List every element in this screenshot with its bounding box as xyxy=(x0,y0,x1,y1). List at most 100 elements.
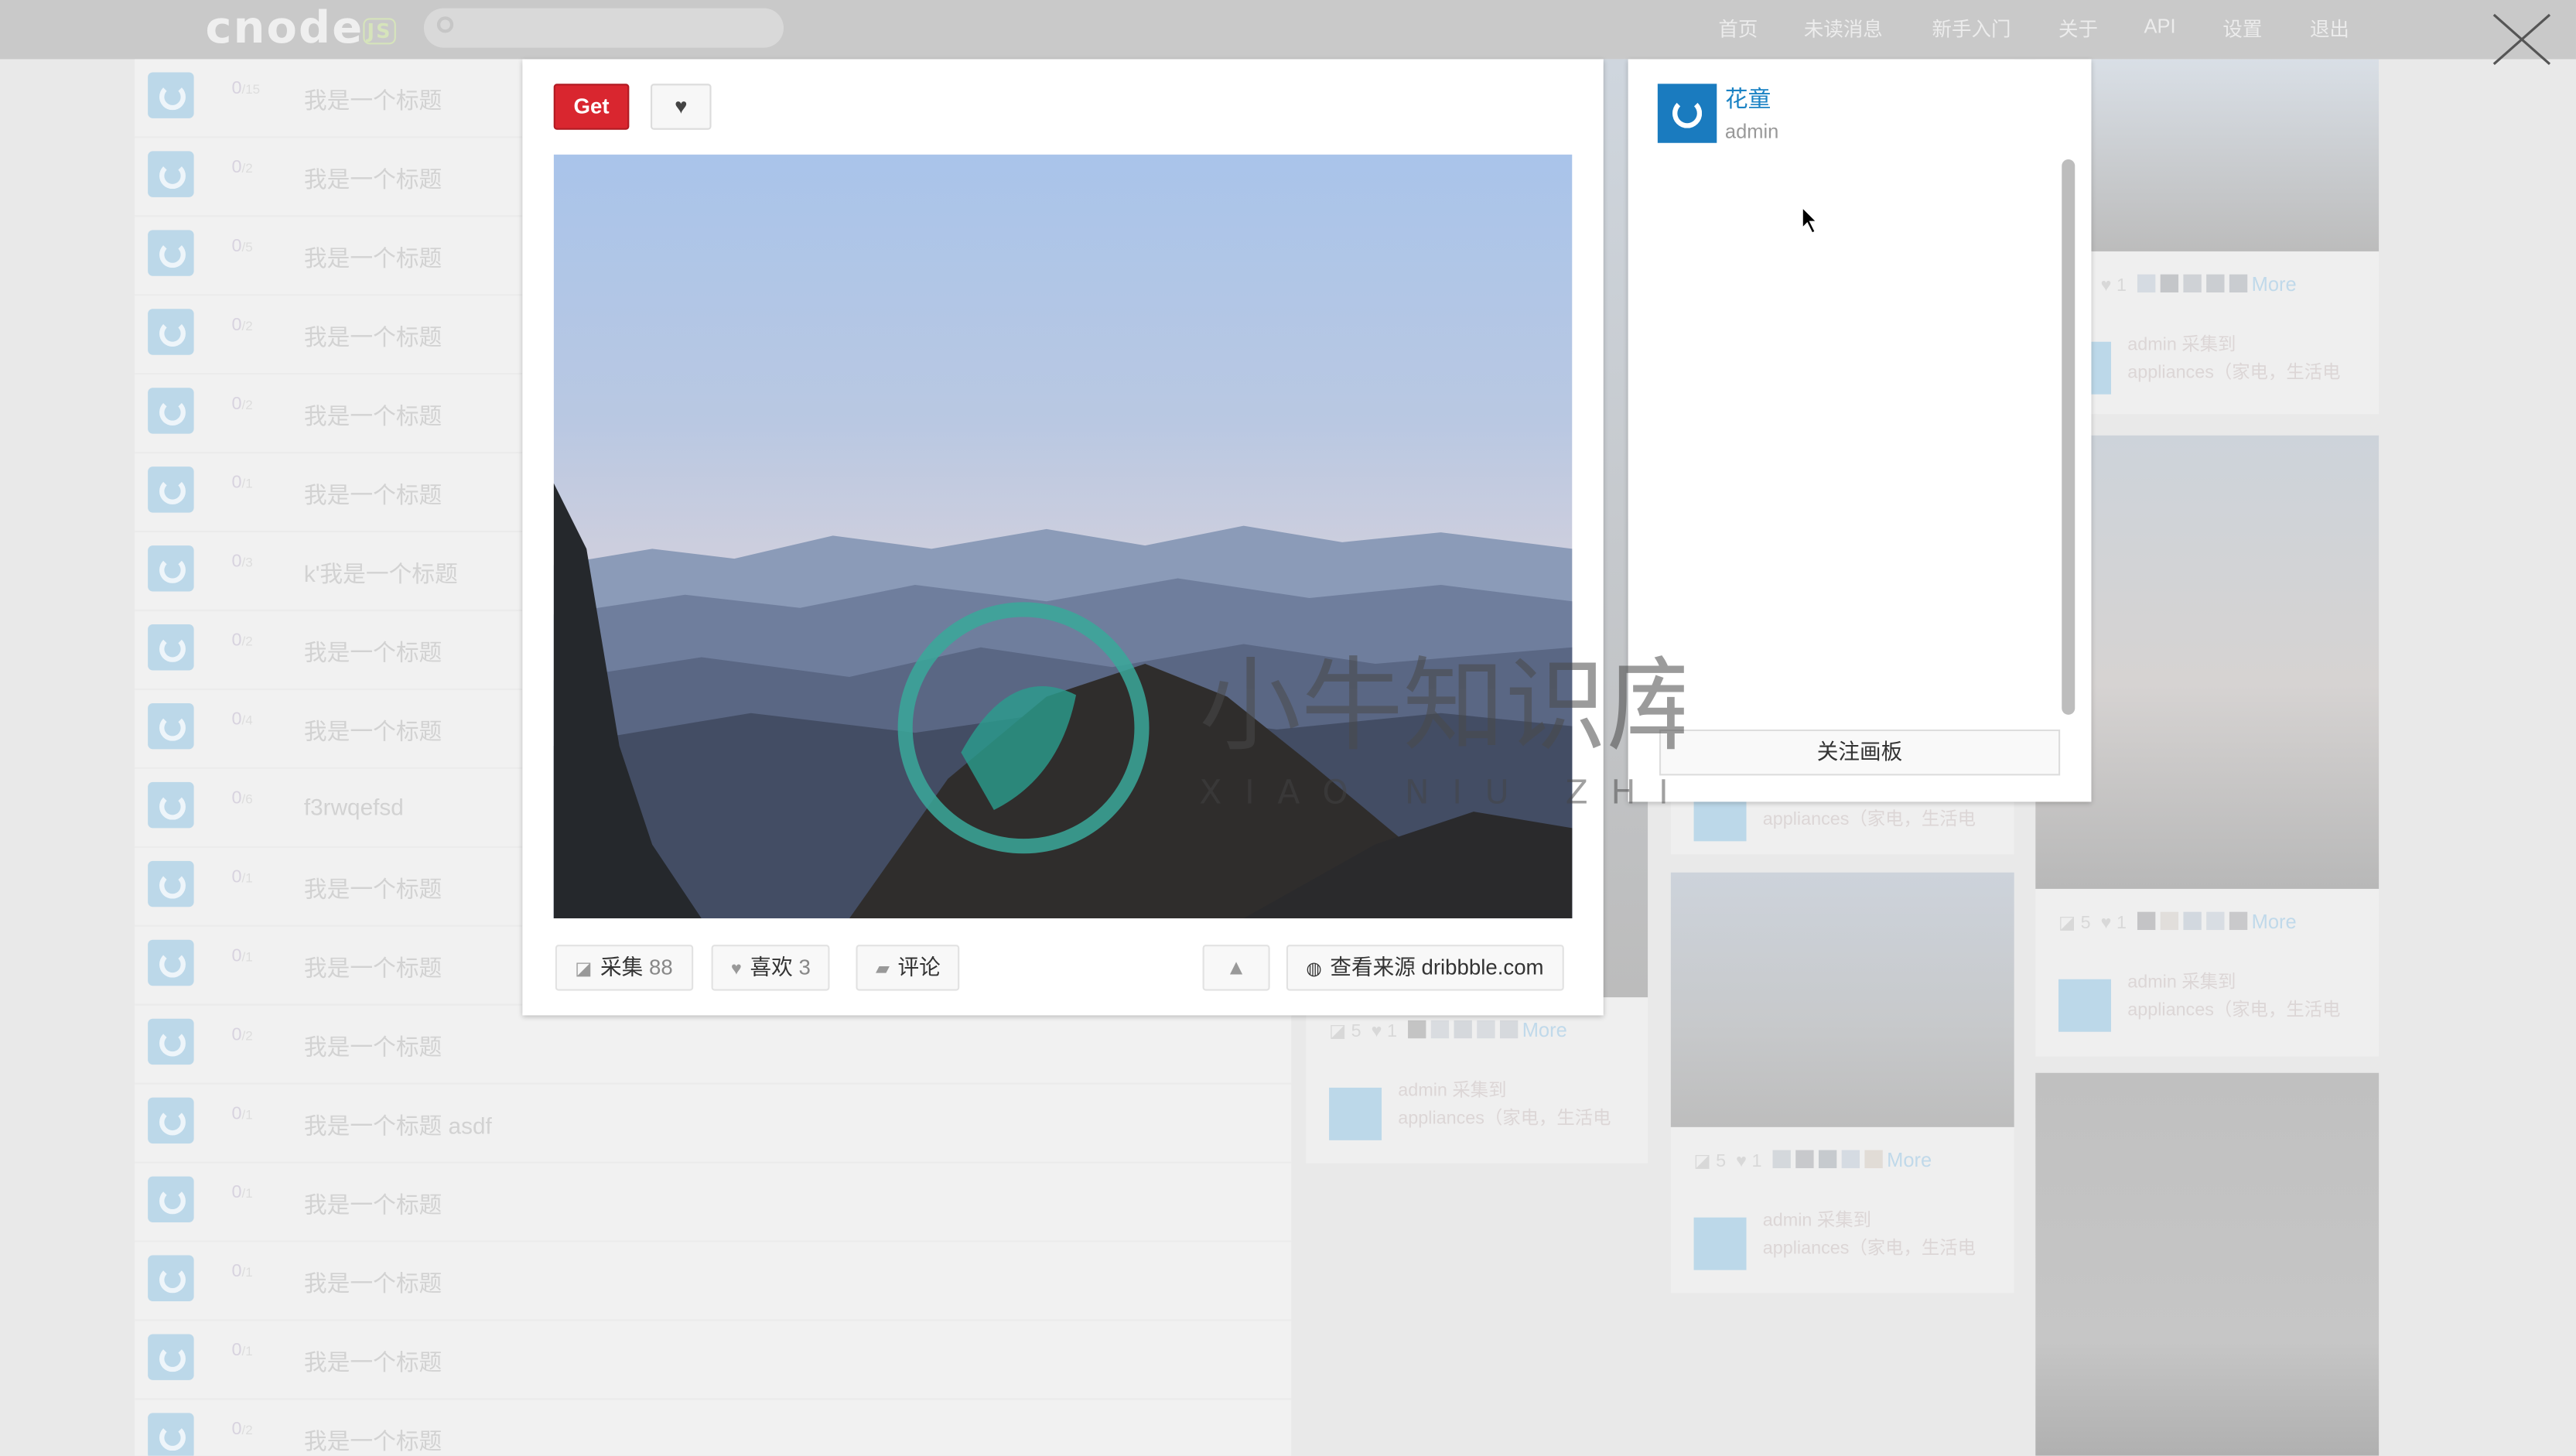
topic-title[interactable]: 我是一个标题 xyxy=(304,399,442,432)
topic-title[interactable]: 我是一个标题 xyxy=(304,952,442,984)
avatar[interactable] xyxy=(148,1176,194,1223)
topic-row[interactable]: 0/1 我是一个标题 xyxy=(135,1321,1292,1400)
avatar[interactable] xyxy=(148,624,194,671)
board-name-link[interactable]: 花童 xyxy=(1725,82,1771,114)
collect-icon: ◪ xyxy=(575,959,593,979)
avatar[interactable] xyxy=(1693,1217,1747,1270)
reply-count: 0/2 xyxy=(231,315,253,336)
nav-settings[interactable]: 设置 xyxy=(2222,15,2262,43)
topic-row[interactable]: 0/1 我是一个标题 xyxy=(135,1164,1292,1242)
topic-row[interactable]: 0/2 我是一个标题 xyxy=(135,1006,1292,1085)
heart-icon: ♥ xyxy=(675,94,688,118)
avatar[interactable] xyxy=(1329,1087,1382,1140)
topic-title[interactable]: k'我是一个标题 xyxy=(304,557,458,590)
avatar[interactable] xyxy=(148,781,194,829)
avatar[interactable] xyxy=(148,467,194,513)
topic-title[interactable]: 我是一个标题 xyxy=(304,1424,442,1455)
pin-photo[interactable] xyxy=(553,154,1573,919)
topic-title[interactable]: 我是一个标题 xyxy=(304,162,442,195)
nav-about[interactable]: 关于 xyxy=(2058,15,2098,43)
avatar[interactable] xyxy=(148,72,194,118)
search-icon xyxy=(436,16,454,33)
board-panel: 花童 admin 关注画板 xyxy=(1628,59,2092,802)
mouse-cursor xyxy=(1801,205,1819,234)
topic-title[interactable]: 我是一个标题 asdf xyxy=(304,1109,492,1142)
topic-title[interactable]: 我是一个标题 xyxy=(304,636,442,668)
board-owner-avatar[interactable] xyxy=(1657,84,1717,143)
comment-icon: ▰ xyxy=(875,959,890,979)
topic-row[interactable]: 0/1 我是一个标题 xyxy=(135,1242,1292,1321)
close-icon[interactable] xyxy=(2491,12,2554,67)
avatar[interactable] xyxy=(148,1018,194,1065)
topic-title[interactable]: 我是一个标题 xyxy=(304,241,442,274)
heart-icon: ♥ xyxy=(731,959,742,979)
reply-count: 0/3 xyxy=(231,552,253,572)
topic-title[interactable]: 我是一个标题 xyxy=(304,84,442,116)
pin-card[interactable] xyxy=(2035,1072,2380,1456)
nav-getting-started[interactable]: 新手入门 xyxy=(1932,15,2011,43)
pin-stats: ◪ 5 ♥ 1 More xyxy=(1693,1148,1932,1172)
topic-title[interactable]: 我是一个标题 xyxy=(304,478,442,511)
topic-title[interactable]: 我是一个标题 xyxy=(304,1266,442,1299)
reply-count: 0/2 xyxy=(231,1419,253,1440)
avatar[interactable] xyxy=(148,702,194,750)
search-input[interactable] xyxy=(423,8,784,48)
pin-stats: ◪ 5 ♥ 1 More xyxy=(2058,910,2297,934)
cnode-logo[interactable]: cnode JS xyxy=(205,3,395,54)
avatar[interactable] xyxy=(148,1097,194,1144)
reply-count: 0/1 xyxy=(231,1262,253,1282)
follow-board-button[interactable]: 关注画板 xyxy=(1659,729,2061,776)
get-button[interactable]: Get xyxy=(553,84,630,130)
topic-row[interactable]: 0/2 我是一个标题 xyxy=(135,1400,1291,1456)
avatar[interactable] xyxy=(148,1255,194,1301)
avatar[interactable] xyxy=(148,1334,194,1380)
reply-count: 0/2 xyxy=(231,1025,253,1045)
nav-home[interactable]: 首页 xyxy=(1718,15,1758,43)
like-count-button[interactable]: ♥ 喜欢 3 xyxy=(711,945,831,991)
topic-title[interactable]: 我是一个标题 xyxy=(304,320,442,353)
avatar[interactable] xyxy=(148,151,194,197)
pin-stats: ◪ 5 ♥ 1 More xyxy=(1329,1018,1567,1042)
globe-icon: ◍ xyxy=(1306,959,1322,979)
reply-count: 0/4 xyxy=(231,709,253,730)
pin-stats: ◪ 5 ♥ 1 More xyxy=(2058,272,2297,296)
collect-button[interactable]: ◪ 采集 88 xyxy=(555,945,693,991)
comment-button[interactable]: ▰ 评论 xyxy=(856,945,961,991)
topic-title[interactable]: 我是一个标题 xyxy=(304,1188,442,1220)
avatar[interactable] xyxy=(148,939,194,986)
reply-count: 0/2 xyxy=(231,631,253,651)
reply-count: 0/1 xyxy=(231,1183,253,1203)
topic-title[interactable]: 我是一个标题 xyxy=(304,1030,442,1063)
warning-icon: ▲ xyxy=(1225,954,1247,979)
reply-count: 0/5 xyxy=(231,236,253,257)
reply-count: 0/1 xyxy=(231,473,253,494)
scrollbar[interactable] xyxy=(2062,159,2075,715)
reply-count: 0/1 xyxy=(231,867,253,887)
nav-api[interactable]: API xyxy=(2144,15,2175,38)
nav-unread[interactable]: 未读消息 xyxy=(1804,15,1883,43)
nav-logout[interactable]: 退出 xyxy=(2310,15,2349,43)
avatar[interactable] xyxy=(148,230,194,276)
avatar[interactable] xyxy=(148,1413,194,1456)
reply-count: 0/6 xyxy=(231,788,253,808)
board-owner-name: admin xyxy=(1724,120,1779,143)
topic-title[interactable]: f3rwqefsd xyxy=(304,794,404,820)
avatar[interactable] xyxy=(148,388,194,434)
like-button[interactable]: ♥ xyxy=(650,84,712,130)
pin-image[interactable] xyxy=(1670,872,2014,1127)
avatar[interactable] xyxy=(2058,979,2111,1032)
reply-count: 0/1 xyxy=(231,1340,253,1361)
view-source-button[interactable]: ◍ 查看来源 dribbble.com xyxy=(1286,945,1564,991)
reply-count: 0/15 xyxy=(231,78,261,99)
top-navbar: cnode JS 首页 未读消息 新手入门 关于 API 设置 退出 xyxy=(0,0,2576,60)
topic-title[interactable]: 我是一个标题 xyxy=(304,873,442,905)
reply-count: 0/1 xyxy=(231,946,253,966)
topic-title[interactable]: 我是一个标题 xyxy=(304,1345,442,1378)
pin-card[interactable]: ◪ 5 ♥ 1 More admin 采集到appliances（家电，生活电 xyxy=(1670,872,2014,1294)
avatar[interactable] xyxy=(148,309,194,355)
avatar[interactable] xyxy=(148,860,194,907)
topic-row[interactable]: 0/1 我是一个标题 asdf xyxy=(135,1085,1292,1164)
avatar[interactable] xyxy=(148,545,194,592)
report-button[interactable]: ▲ xyxy=(1202,945,1270,991)
topic-title[interactable]: 我是一个标题 xyxy=(304,715,442,747)
